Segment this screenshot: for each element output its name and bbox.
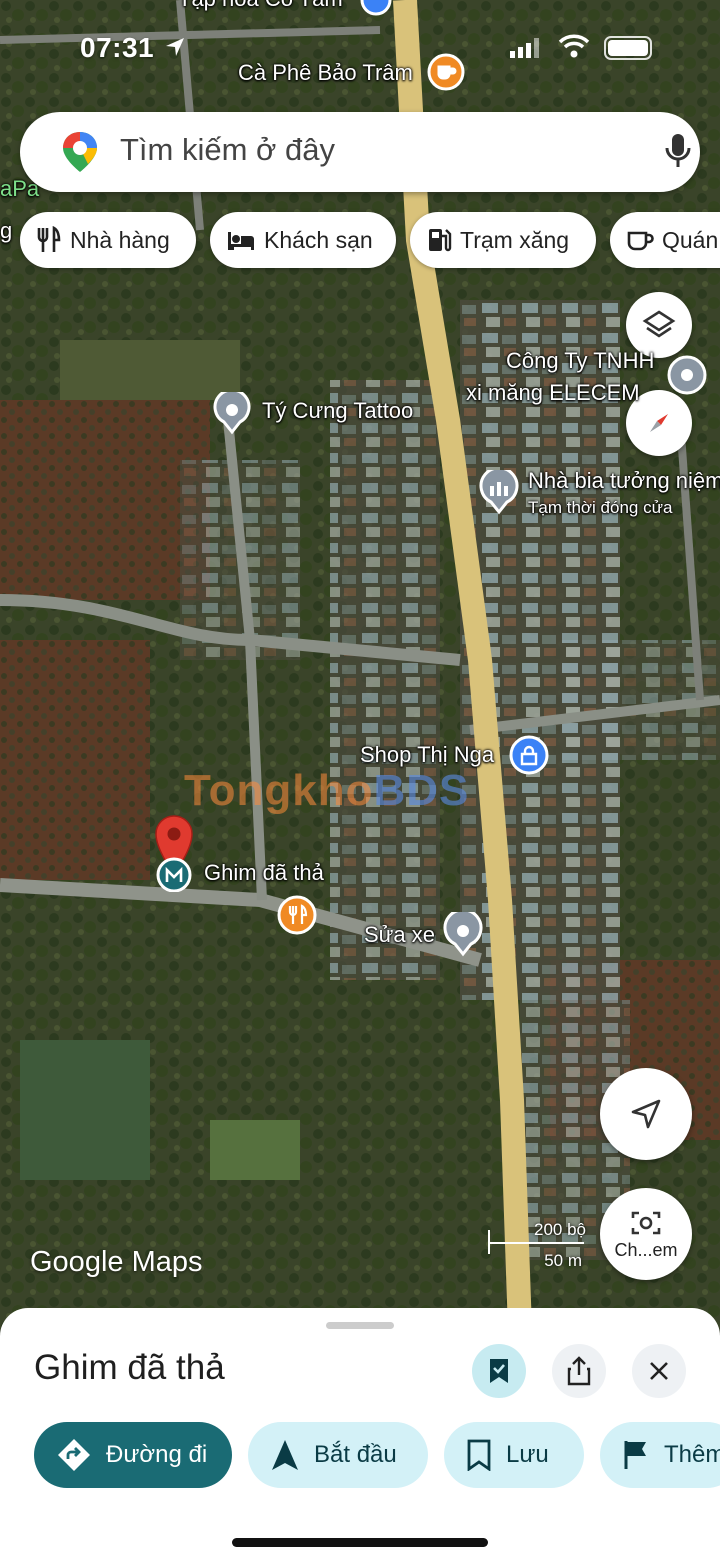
flag-icon	[624, 1441, 646, 1469]
chip-label: Nhà hàng	[70, 226, 170, 253]
google-maps-logo-icon	[60, 130, 100, 179]
scale-metric: 50 m	[544, 1251, 582, 1270]
status-time: 07:31	[80, 32, 155, 63]
chip-label: Trạm xăng	[460, 226, 570, 253]
directions-button[interactable]: Đường đi	[34, 1422, 232, 1488]
poi-label-dropped-pin: Ghim đã thả	[204, 860, 324, 885]
navigation-arrow-icon	[631, 1099, 661, 1129]
chip-hotels[interactable]: Khách sạn	[210, 212, 396, 268]
my-location-button[interactable]	[600, 1068, 692, 1160]
save-button[interactable]: Lưu	[444, 1422, 584, 1488]
restaurant-icon	[37, 226, 61, 252]
start-button[interactable]: Bắt đầu	[248, 1422, 428, 1488]
poi-label-edge-2: g	[0, 218, 13, 243]
home-indicator	[232, 1538, 488, 1547]
shop-pin-icon[interactable]	[508, 734, 550, 781]
poi-label-memorial: Nhà bia tưởng niệm	[528, 468, 720, 493]
company-pin-icon[interactable]	[666, 354, 708, 405]
location-arrow-icon	[164, 36, 186, 63]
camera-icon	[631, 1211, 661, 1234]
more-button[interactable]: Thêm	[600, 1422, 720, 1488]
search-input[interactable]: Tìm kiếm ở đây	[120, 132, 335, 168]
chip-cafes[interactable]: Quán	[610, 212, 720, 268]
satellite-map[interactable]: 07:31 Tạp hóa Cô Tâm Cà Phê Bảo Trâm aPa…	[0, 0, 720, 1330]
grocery-pin-icon[interactable]	[358, 0, 394, 25]
scale-imperial: 200 bộ	[534, 1220, 586, 1239]
camera-button-label: Ch...em	[614, 1239, 678, 1260]
google-maps-attribution: Google Maps	[30, 1246, 203, 1278]
gas-station-icon	[429, 229, 452, 252]
battery-icon	[604, 36, 652, 60]
chip-label: Khách sạn	[264, 226, 373, 253]
dropped-pin-marker-icon[interactable]	[150, 812, 198, 897]
wifi-icon	[558, 34, 590, 63]
directions-icon	[58, 1439, 90, 1471]
camera-search-button[interactable]: Ch...em	[600, 1188, 692, 1280]
hotel-icon	[228, 232, 254, 250]
layers-icon	[642, 310, 676, 338]
poi-label-cafe: Cà Phê Bảo Trâm	[238, 60, 413, 85]
watermark-part-1: Tongkho	[184, 766, 374, 815]
close-button[interactable]	[632, 1344, 686, 1398]
repair-pin-icon[interactable]	[442, 908, 484, 963]
navigation-start-icon	[272, 1440, 298, 1470]
search-bar[interactable]: Tìm kiếm ở đây	[20, 112, 700, 192]
share-button[interactable]	[552, 1344, 606, 1398]
watermark: TongkhoBDS	[184, 766, 469, 816]
poi-label-company-2: xi măng ELECEM	[466, 380, 640, 405]
poi-label-repair: Sửa xe	[364, 922, 435, 947]
tattoo-pin-icon[interactable]	[212, 388, 252, 441]
map-scale: 200 bộ 50 m	[488, 1220, 588, 1274]
share-icon	[567, 1356, 591, 1386]
restaurant-pin-icon[interactable]	[276, 894, 318, 941]
cafe-pin-icon[interactable]	[426, 52, 466, 101]
sheet-drag-handle[interactable]	[326, 1322, 394, 1329]
memorial-pin-icon[interactable]	[478, 466, 520, 521]
chip-label: Quán	[662, 226, 719, 253]
cellular-signal-icon	[510, 38, 540, 63]
place-title: Ghim đã thả	[34, 1348, 225, 1387]
close-icon	[650, 1362, 668, 1380]
bookmark-icon	[467, 1439, 491, 1471]
microphone-icon[interactable]	[664, 132, 692, 175]
start-label: Bắt đầu	[314, 1441, 397, 1468]
more-label: Thêm	[664, 1441, 720, 1468]
poi-label-shop: Shop Thị Nga	[360, 742, 495, 767]
compass-icon	[650, 414, 668, 432]
poi-label-company-1: Công Ty TNHH	[506, 348, 655, 373]
poi-label-grocery: Tạp hóa Cô Tâm	[178, 0, 343, 12]
chip-restaurants[interactable]: Nhà hàng	[20, 212, 196, 268]
chip-gas-stations[interactable]: Trạm xăng	[410, 212, 596, 268]
save-label: Lưu	[506, 1441, 549, 1468]
bookmark-check-icon	[490, 1359, 508, 1383]
directions-label: Đường đi	[106, 1441, 208, 1468]
coffee-icon	[627, 231, 654, 251]
watermark-part-2: BDS	[373, 766, 470, 815]
place-bottom-sheet[interactable]: Ghim đã thả Đường đi Bắt đầu Lưu Thêm	[0, 1308, 720, 1560]
poi-label-tattoo: Tý Cưng Tattoo	[262, 398, 414, 423]
poi-label-memorial-status: Tạm thời đóng cửa	[528, 498, 673, 517]
saved-button[interactable]	[472, 1344, 526, 1398]
